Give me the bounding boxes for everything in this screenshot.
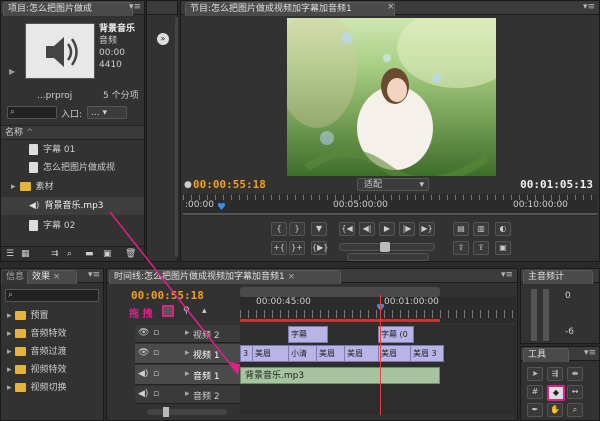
drag-arrow-annotation <box>109 211 240 375</box>
